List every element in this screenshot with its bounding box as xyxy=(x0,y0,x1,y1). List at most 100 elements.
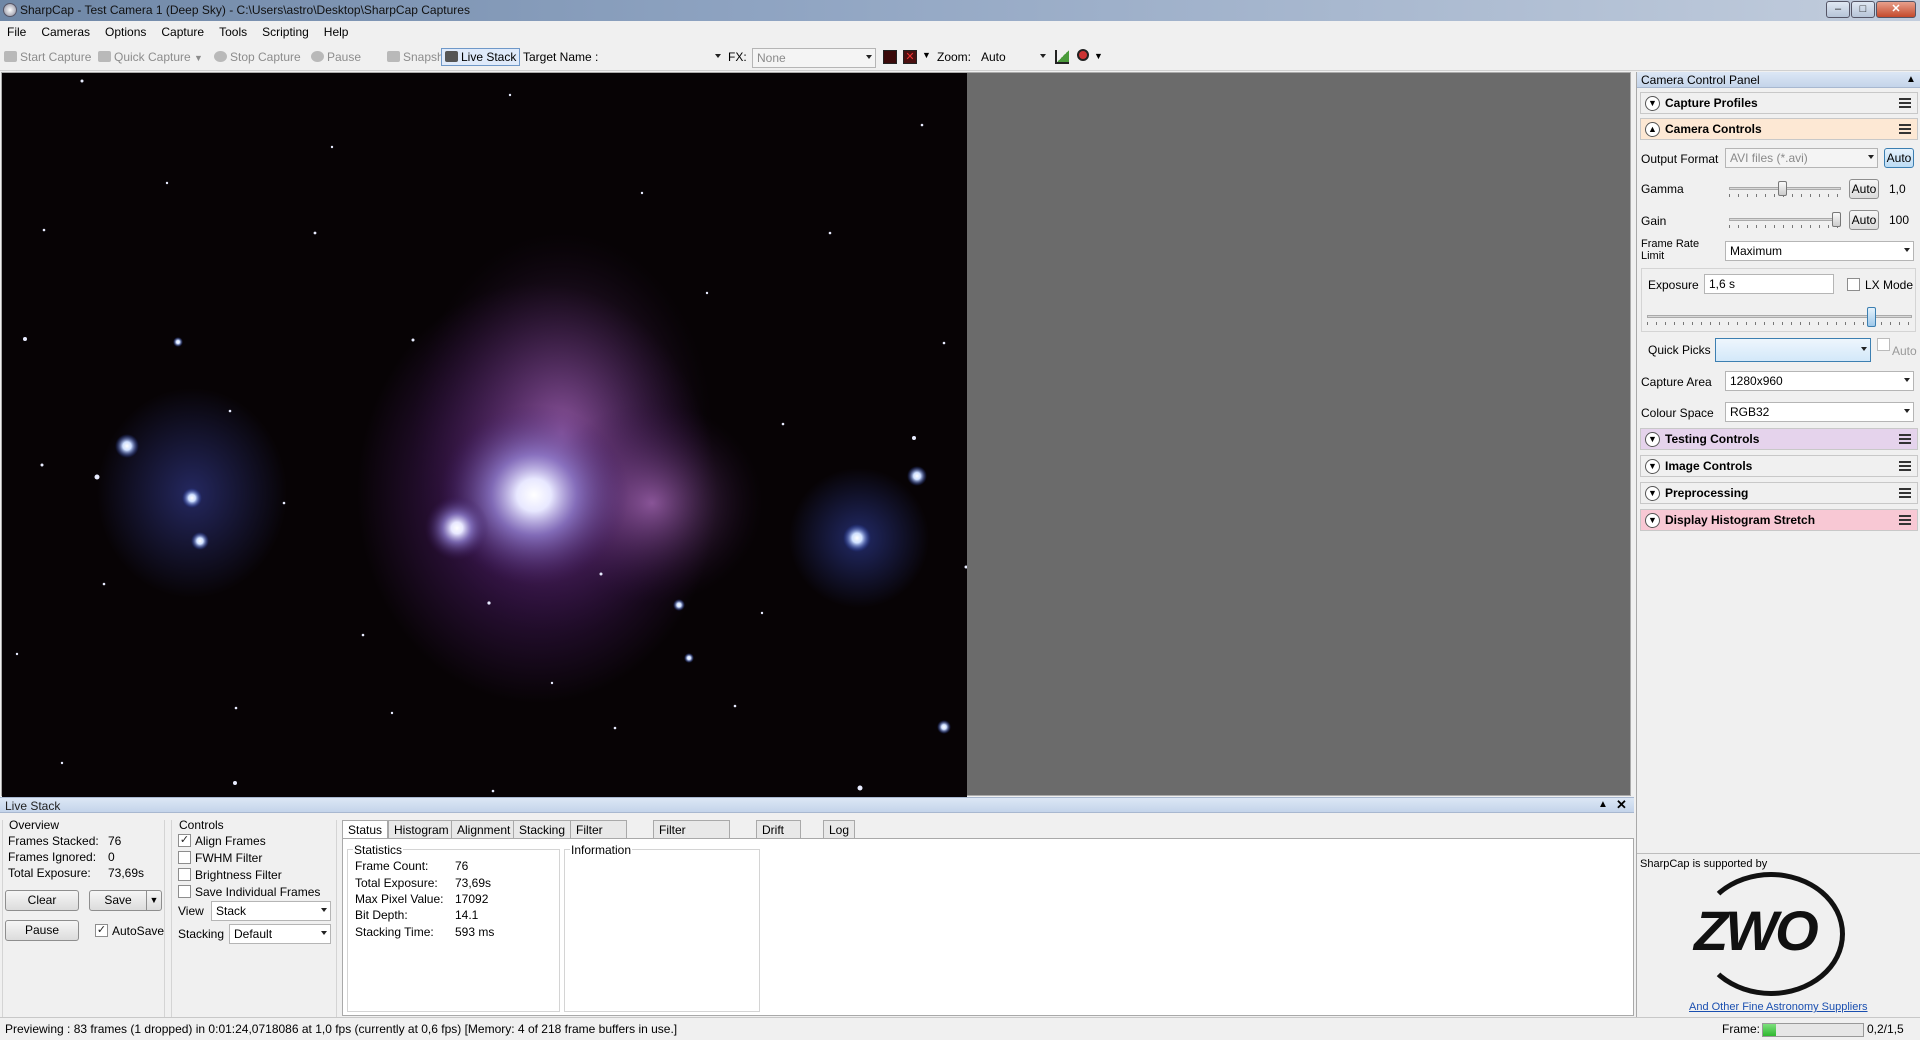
gain-auto-button[interactable]: Auto xyxy=(1849,210,1879,230)
chevron-down-icon: ▼ xyxy=(1645,486,1660,501)
zoom-label: Zoom: xyxy=(937,50,972,64)
menu-icon[interactable] xyxy=(1899,434,1911,444)
maximize-button[interactable]: □ xyxy=(1851,1,1875,18)
divider xyxy=(1637,853,1920,854)
quick-picks-auto-checkbox[interactable] xyxy=(1877,338,1890,351)
menu-scripting[interactable]: Scripting xyxy=(255,22,317,39)
histogram-icon[interactable] xyxy=(1055,50,1069,64)
tab-log[interactable]: Log xyxy=(823,820,856,838)
chevron-down-icon xyxy=(1868,155,1874,159)
tab-stacking[interactable]: Stacking xyxy=(513,820,572,838)
chevron-down-icon[interactable]: ▼ xyxy=(922,50,931,60)
menu-icon[interactable] xyxy=(1899,124,1911,134)
menu-help[interactable]: Help xyxy=(317,22,357,39)
stat-max-pixel-value: 17092 xyxy=(455,892,489,906)
menu-capture[interactable]: Capture xyxy=(154,22,212,39)
fwhm-filter-checkbox[interactable] xyxy=(178,851,191,864)
gain-slider-thumb[interactable] xyxy=(1832,212,1841,227)
close-icon[interactable]: ✕ xyxy=(1616,797,1627,813)
gamma-slider-thumb[interactable] xyxy=(1778,181,1787,196)
target-name-input[interactable] xyxy=(600,48,724,68)
quick-capture-button[interactable]: Quick Capture ▼ xyxy=(98,50,203,64)
start-capture-button[interactable]: Start Capture xyxy=(4,50,91,64)
tab-filter-fwhm[interactable]: Filter (FWHM) xyxy=(570,820,628,851)
section-display-histogram-stretch[interactable]: ▼ Display Histogram Stretch xyxy=(1640,509,1918,531)
save-individual-frames-checkbox[interactable] xyxy=(178,885,191,898)
camera-icon xyxy=(4,51,17,62)
menu-icon[interactable] xyxy=(1899,461,1911,471)
menu-icon[interactable] xyxy=(1899,488,1911,498)
crosshair-icon[interactable]: ✕ xyxy=(903,50,917,64)
output-format-select[interactable]: AVI files (*.avi) xyxy=(1725,148,1878,168)
minimize-button[interactable]: – xyxy=(1826,1,1850,18)
total-exposure-value: 73,69s xyxy=(108,866,145,880)
tab-alignment[interactable]: Alignment xyxy=(451,820,517,838)
gain-slider[interactable] xyxy=(1729,212,1841,229)
save-dropdown-button[interactable]: ▼ xyxy=(146,890,162,911)
fx-select[interactable]: None xyxy=(752,48,876,68)
gamma-label: Gamma xyxy=(1641,182,1684,196)
chevron-down-icon xyxy=(866,55,872,59)
section-preprocessing[interactable]: ▼ Preprocessing xyxy=(1640,482,1918,504)
colour-space-select[interactable]: RGB32 xyxy=(1725,402,1914,422)
view-label: View xyxy=(178,904,204,918)
gamma-slider[interactable] xyxy=(1729,181,1841,198)
brightness-filter-checkbox[interactable] xyxy=(178,868,191,881)
stacking-select[interactable]: Default xyxy=(229,924,331,944)
brightness-filter-label: Brightness Filter xyxy=(195,868,282,882)
section-image-controls[interactable]: ▼ Image Controls xyxy=(1640,455,1918,477)
stacking-label: Stacking xyxy=(178,927,225,941)
star xyxy=(684,653,694,663)
pause-button[interactable]: Pause xyxy=(311,50,361,64)
menu-icon[interactable] xyxy=(1899,98,1911,108)
section-testing-controls[interactable]: ▼ Testing Controls xyxy=(1640,428,1918,450)
quick-picks-auto-label: Auto xyxy=(1892,344,1917,358)
lx-mode-label: LX Mode xyxy=(1865,278,1914,292)
live-stack-button[interactable]: Live Stack xyxy=(441,48,521,66)
chevron-down-icon[interactable]: ▼ xyxy=(1094,51,1103,61)
pause-icon xyxy=(311,51,324,62)
section-capture-profiles[interactable]: ▼ Capture Profiles xyxy=(1640,92,1918,114)
menu-icon[interactable] xyxy=(1899,515,1911,525)
close-button[interactable]: ✕ xyxy=(1876,1,1916,18)
tab-histogram[interactable]: Histogram xyxy=(388,820,455,838)
star xyxy=(843,524,871,552)
rgb-align-icon[interactable] xyxy=(883,50,897,64)
autosave-checkbox[interactable]: ✓ xyxy=(95,924,108,937)
capture-area-select[interactable]: 1280x960 xyxy=(1725,371,1914,391)
menu-tools[interactable]: Tools xyxy=(212,22,255,39)
align-frames-checkbox[interactable]: ✓ xyxy=(178,834,191,847)
panel-title: Camera Control Panel xyxy=(1637,72,1920,88)
clear-button[interactable]: Clear xyxy=(5,890,79,911)
frames-stacked-label: Frames Stacked: xyxy=(8,834,99,848)
menu-options[interactable]: Options xyxy=(98,22,154,39)
output-format-auto-button[interactable]: Auto xyxy=(1884,148,1914,168)
section-camera-controls[interactable]: ▲ Camera Controls xyxy=(1640,118,1918,140)
suppliers-link[interactable]: And Other Fine Astronomy Suppliers xyxy=(1689,1001,1868,1013)
pin-icon[interactable]: ▲ xyxy=(1906,74,1916,85)
menu-file[interactable]: File xyxy=(0,22,34,39)
pause-stack-button[interactable]: Pause xyxy=(5,920,79,941)
view-select[interactable]: Stack xyxy=(211,901,331,921)
stop-capture-button[interactable]: Stop Capture xyxy=(214,50,301,64)
pin-icon[interactable]: ▲ xyxy=(1598,799,1608,810)
exposure-input[interactable]: 1,6 s xyxy=(1704,274,1834,294)
image-viewer[interactable] xyxy=(1,72,1631,797)
tab-drift-graph[interactable]: Drift Graph xyxy=(756,820,802,851)
quick-picks-select[interactable] xyxy=(1715,338,1871,362)
exposure-slider[interactable] xyxy=(1647,307,1912,327)
lx-mode-checkbox[interactable] xyxy=(1847,278,1860,291)
controls-label: Controls xyxy=(179,818,224,832)
tab-filter-brightness[interactable]: Filter (Brightness) xyxy=(653,820,730,851)
frame-progress-fill xyxy=(1763,1024,1776,1036)
frame-rate-select[interactable]: Maximum xyxy=(1725,241,1914,261)
chevron-down-icon: ▼ xyxy=(1645,513,1660,528)
tab-status[interactable]: Status xyxy=(342,820,389,839)
menu-cameras[interactable]: Cameras xyxy=(34,22,98,39)
exposure-slider-thumb[interactable] xyxy=(1867,307,1876,327)
gamma-auto-button[interactable]: Auto xyxy=(1849,179,1879,199)
live-stack-titlebar: Live Stack ▲ ✕ xyxy=(0,797,1634,813)
zoom-select[interactable]: Auto xyxy=(977,48,1049,68)
zoom-icon[interactable] xyxy=(1077,49,1089,61)
save-button[interactable]: Save xyxy=(89,890,147,911)
